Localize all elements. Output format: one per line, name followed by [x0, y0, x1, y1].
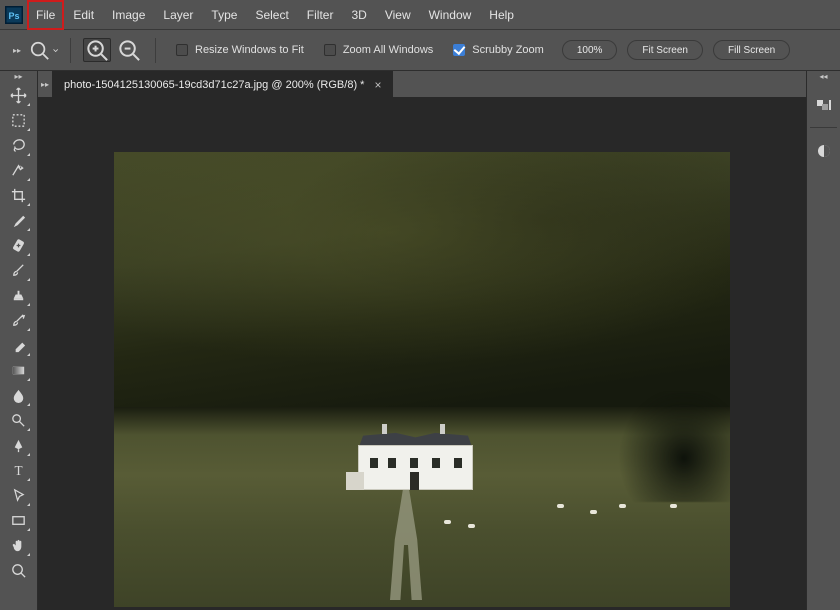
clone-stamp-tool[interactable] — [6, 284, 32, 307]
move-tool[interactable] — [6, 84, 32, 107]
history-brush-tool[interactable] — [6, 309, 32, 332]
adjustments-panel-icon[interactable] — [810, 138, 838, 164]
right-expander[interactable]: ◂◂ — [807, 71, 840, 83]
zoom-out-button[interactable] — [115, 38, 143, 62]
lasso-tool[interactable] — [6, 134, 32, 157]
current-tool-preset[interactable] — [28, 38, 58, 63]
menu-filter[interactable]: Filter — [298, 0, 343, 30]
document-tab-bar: ▸▸ photo-1504125130065-19cd3d71c27a.jpg … — [38, 71, 806, 97]
resize-windows-label: Resize Windows to Fit — [195, 44, 304, 56]
tools-panel: ▸▸ T — [0, 71, 38, 610]
zoom-tool[interactable] — [6, 559, 32, 582]
resize-windows-checkbox[interactable]: Resize Windows to Fit — [168, 44, 312, 56]
zoom-100-button[interactable]: 100% — [562, 40, 618, 60]
canvas-image — [114, 152, 730, 607]
menu-layer[interactable]: Layer — [154, 0, 202, 30]
eraser-tool[interactable] — [6, 334, 32, 357]
document-tab[interactable]: photo-1504125130065-19cd3d71c27a.jpg @ 2… — [52, 71, 393, 97]
rectangle-tool[interactable] — [6, 509, 32, 532]
crop-tool[interactable] — [6, 184, 32, 207]
scrubby-zoom-checkbox[interactable]: Scrubby Zoom — [445, 44, 552, 56]
pen-tool[interactable] — [6, 434, 32, 457]
svg-text:Ps: Ps — [8, 11, 19, 21]
dodge-tool[interactable] — [6, 409, 32, 432]
menu-window[interactable]: Window — [420, 0, 481, 30]
healing-brush-tool[interactable] — [6, 234, 32, 257]
tab-expander[interactable]: ▸▸ — [38, 71, 52, 97]
blur-tool[interactable] — [6, 384, 32, 407]
canvas-viewport[interactable] — [38, 97, 806, 610]
quick-select-tool[interactable] — [6, 159, 32, 182]
brush-tool[interactable] — [6, 259, 32, 282]
app-logo: Ps — [0, 0, 27, 30]
fill-screen-button[interactable]: Fill Screen — [713, 40, 790, 60]
tab-bar-fill — [393, 71, 806, 97]
menu-type[interactable]: Type — [202, 0, 246, 30]
fit-screen-button[interactable]: Fit Screen — [627, 40, 703, 60]
type-tool[interactable]: T — [6, 459, 32, 482]
hand-tool[interactable] — [6, 534, 32, 557]
menu-view[interactable]: View — [376, 0, 420, 30]
separator — [155, 38, 156, 63]
right-panel-dock: ◂◂ — [806, 71, 840, 610]
options-expander[interactable]: ▸▸ — [10, 30, 24, 71]
zoom-all-label: Zoom All Windows — [343, 44, 433, 56]
menu-bar: Ps File Edit Image Layer Type Select Fil… — [0, 0, 840, 30]
svg-text:T: T — [14, 463, 22, 478]
document-area: ▸▸ photo-1504125130065-19cd3d71c27a.jpg … — [38, 71, 806, 610]
gradient-tool[interactable] — [6, 359, 32, 382]
menu-help[interactable]: Help — [480, 0, 523, 30]
menu-3d[interactable]: 3D — [342, 0, 375, 30]
zoom-in-button[interactable] — [83, 38, 111, 62]
menu-select[interactable]: Select — [246, 0, 297, 30]
separator — [70, 38, 71, 63]
menu-file[interactable]: File — [27, 0, 64, 30]
options-bar: ▸▸ Resize Windows to Fit Zoom All Window… — [0, 30, 840, 71]
zoom-all-checkbox[interactable]: Zoom All Windows — [316, 44, 441, 56]
menu-image[interactable]: Image — [103, 0, 154, 30]
path-select-tool[interactable] — [6, 484, 32, 507]
document-tab-title: photo-1504125130065-19cd3d71c27a.jpg @ 2… — [64, 79, 364, 91]
eyedropper-tool[interactable] — [6, 209, 32, 232]
scrubby-zoom-label: Scrubby Zoom — [472, 44, 544, 56]
color-panel-icon[interactable] — [810, 93, 838, 119]
tab-close-icon[interactable]: × — [374, 78, 381, 92]
menu-edit[interactable]: Edit — [64, 0, 103, 30]
tools-expander[interactable]: ▸▸ — [0, 71, 38, 83]
marquee-tool[interactable] — [6, 109, 32, 132]
